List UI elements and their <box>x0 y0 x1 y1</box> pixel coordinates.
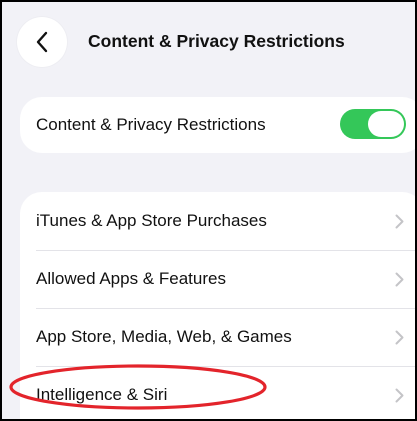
restrictions-toggle-label: Content & Privacy Restrictions <box>36 115 266 134</box>
menu-item-label: Allowed Apps & Features <box>36 269 226 288</box>
navigation-bar: Content & Privacy Restrictions <box>2 2 415 86</box>
restrictions-menu-list: iTunes & App Store Purchases Allowed App… <box>20 192 415 419</box>
back-button[interactable] <box>17 17 67 67</box>
menu-item-intelligence-siri[interactable]: Intelligence & Siri <box>20 366 415 419</box>
screen-frame: Content & Privacy Restrictions Content &… <box>0 0 417 421</box>
restrictions-toggle-switch[interactable] <box>340 109 406 139</box>
chevron-right-icon <box>395 214 404 229</box>
menu-item-label: Intelligence & Siri <box>36 385 168 404</box>
chevron-right-icon <box>395 272 404 287</box>
menu-item-label: iTunes & App Store Purchases <box>36 211 267 230</box>
restrictions-toggle-card: Content & Privacy Restrictions <box>20 97 415 153</box>
page-title: Content & Privacy Restrictions <box>88 31 345 51</box>
chevron-right-icon <box>395 388 404 403</box>
chevron-left-icon <box>36 31 48 53</box>
chevron-right-icon <box>395 330 404 345</box>
menu-item-label: App Store, Media, Web, & Games <box>36 327 292 346</box>
toggle-knob <box>368 111 404 137</box>
menu-item-app-store-media-web-games[interactable]: App Store, Media, Web, & Games <box>20 308 415 366</box>
menu-item-itunes-app-store-purchases[interactable]: iTunes & App Store Purchases <box>20 192 415 250</box>
menu-item-allowed-apps-features[interactable]: Allowed Apps & Features <box>20 250 415 308</box>
